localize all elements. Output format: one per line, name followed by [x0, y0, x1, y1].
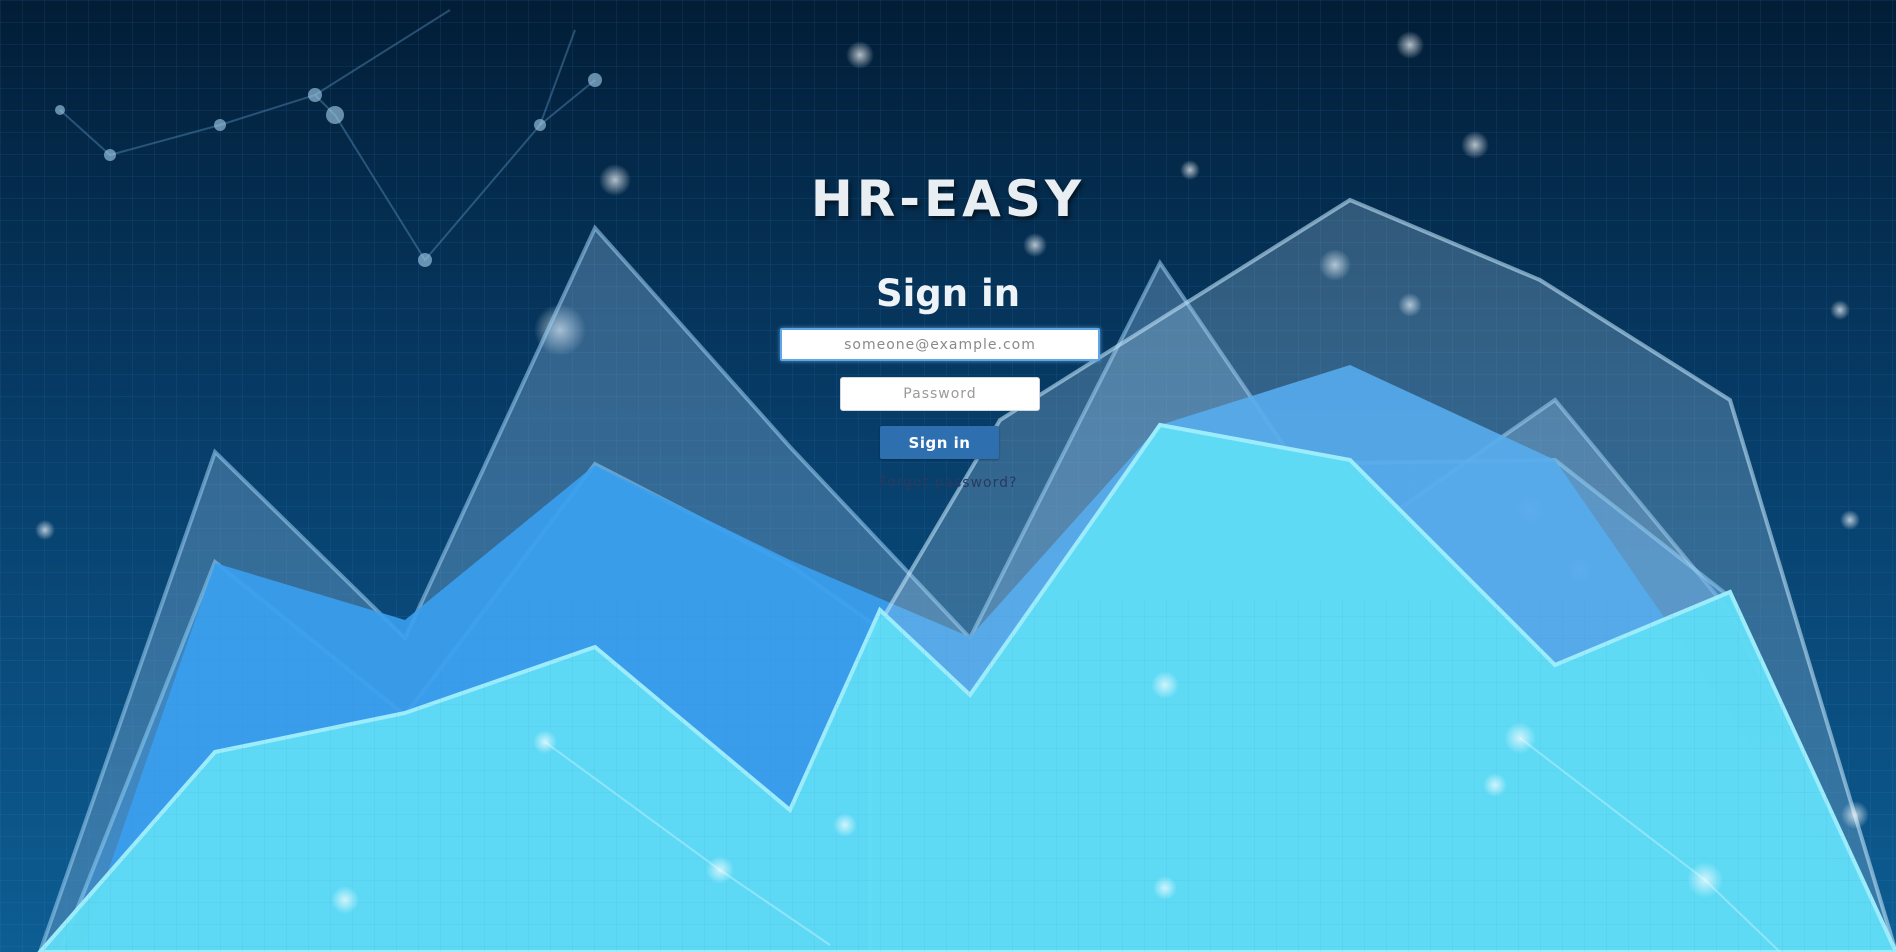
- email-field[interactable]: [780, 328, 1100, 361]
- login-form: HR-EASY Sign in Sign in Forgot password?: [0, 0, 1896, 952]
- signin-heading: Sign in: [875, 272, 1021, 315]
- login-page: HR-EASY Sign in Sign in Forgot password?: [0, 0, 1896, 952]
- forgot-password-link[interactable]: Forgot password?: [0, 475, 1896, 491]
- app-logo-title: HR-EASY: [810, 170, 1086, 228]
- signin-button[interactable]: Sign in: [880, 426, 999, 459]
- password-field[interactable]: [840, 377, 1040, 411]
